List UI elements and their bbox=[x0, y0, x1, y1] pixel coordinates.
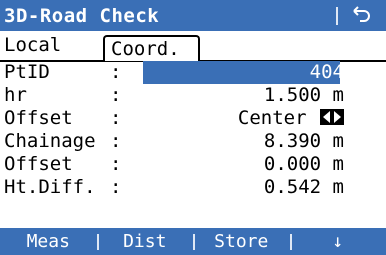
field-colon: : bbox=[110, 176, 122, 198]
field-row-chainage[interactable]: Chainage : 8.390 m bbox=[0, 130, 386, 153]
field-row-ptid[interactable]: PtID : 404 bbox=[0, 61, 386, 84]
tab-bar-filler bbox=[200, 35, 386, 60]
field-label: PtID bbox=[4, 61, 50, 83]
offset-mode-value: Center bbox=[237, 107, 307, 129]
field-row-hr[interactable]: hr : 1.500 m bbox=[0, 84, 386, 107]
tab-coord[interactable]: Coord. bbox=[103, 35, 200, 61]
softkey-bar: Meas Dist Store ↓ bbox=[0, 228, 386, 255]
window-title: 3D-Road Check bbox=[4, 4, 160, 27]
arrow-down-icon[interactable]: ↓ bbox=[289, 231, 386, 252]
ht-diff-value: 0.542 m bbox=[263, 176, 344, 198]
field-colon: : bbox=[110, 107, 122, 129]
field-colon: : bbox=[110, 130, 122, 152]
field-row-ht-diff[interactable]: Ht.Diff. : 0.542 m bbox=[0, 176, 386, 199]
field-label: Ht.Diff. bbox=[4, 176, 96, 198]
offset-value: 0.000 m bbox=[263, 153, 344, 175]
field-row-offset-mode[interactable]: Offset : Center bbox=[0, 107, 386, 130]
field-row-offset[interactable]: Offset : 0.000 m bbox=[0, 153, 386, 176]
title-bar: 3D-Road Check bbox=[0, 0, 386, 31]
dist-button[interactable]: Dist bbox=[96, 231, 194, 252]
field-label: Offset bbox=[4, 153, 73, 175]
field-colon: : bbox=[110, 153, 122, 175]
field-label: Offset bbox=[4, 107, 73, 129]
meas-button[interactable]: Meas bbox=[0, 231, 97, 252]
field-list: PtID : 404 hr : 1.500 m Offset : Center … bbox=[0, 61, 386, 199]
ptid-input[interactable]: 404 bbox=[310, 61, 344, 84]
tab-local[interactable]: Local bbox=[0, 31, 100, 59]
field-colon: : bbox=[110, 61, 122, 83]
offset-mode-select[interactable]: Center bbox=[238, 107, 344, 130]
left-right-arrows-icon[interactable] bbox=[320, 108, 344, 125]
tab-bar: Local Coord. bbox=[0, 31, 386, 62]
return-arrow-icon[interactable] bbox=[350, 5, 372, 27]
field-colon: : bbox=[110, 84, 122, 106]
hr-value[interactable]: 1.500 m bbox=[264, 84, 344, 107]
title-separator bbox=[336, 6, 338, 25]
chainage-value: 8.390 m bbox=[263, 130, 344, 152]
field-label: Chainage bbox=[4, 130, 96, 152]
field-label: hr bbox=[4, 84, 27, 106]
store-button[interactable]: Store bbox=[193, 231, 290, 252]
